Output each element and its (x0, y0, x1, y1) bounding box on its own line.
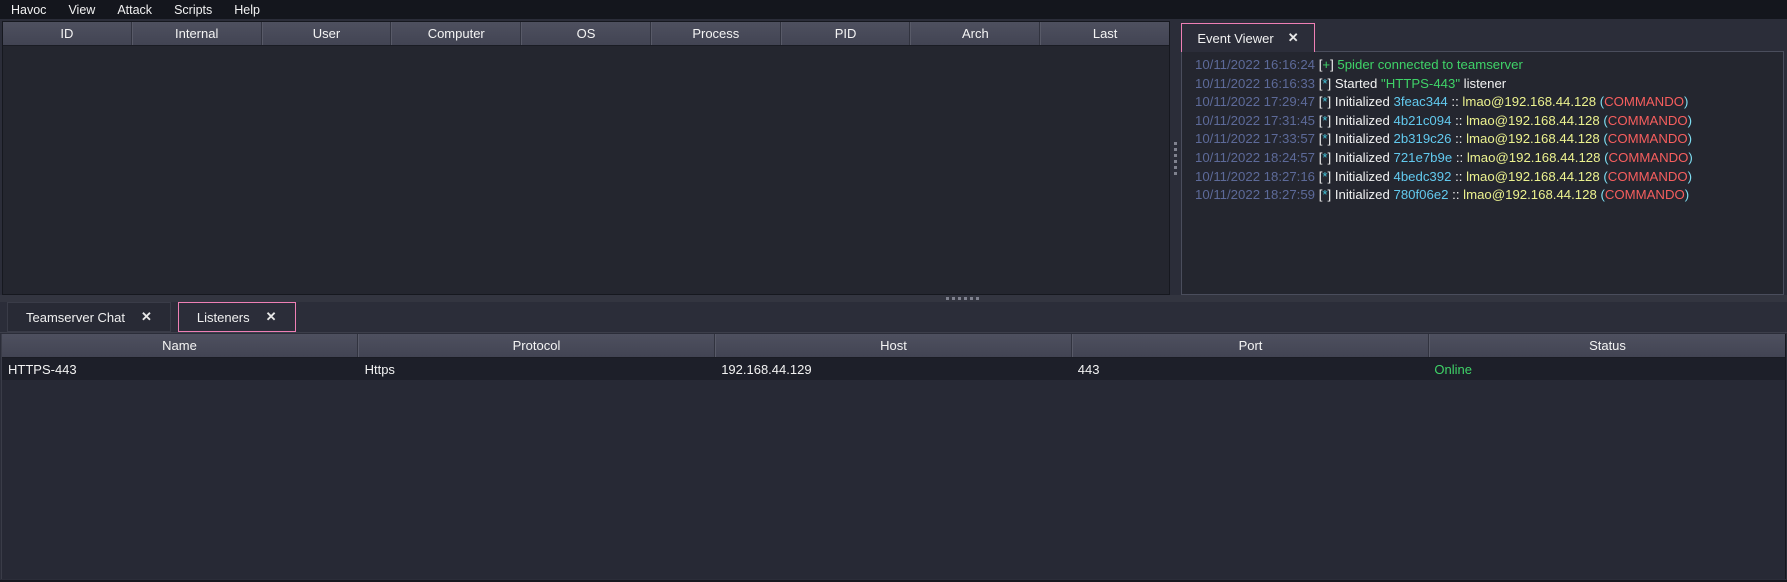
agents-table-header: IDInternalUserComputerOSProcessPIDArchLa… (3, 22, 1169, 46)
listener-cell-host: 192.168.44.129 (715, 362, 1072, 377)
agents-column-pid[interactable]: PID (781, 22, 911, 45)
horizontal-splitter-handle[interactable] (0, 295, 1787, 302)
event-log-line: 10/11/2022 18:27:59 [*] Initialized 780f… (1195, 186, 1783, 205)
agents-column-computer[interactable]: Computer (391, 22, 521, 45)
event-log-line: 10/11/2022 17:33:57 [*] Initialized 2b31… (1195, 130, 1783, 149)
tab-teamserver-chat[interactable]: Teamserver Chat ✕ (7, 302, 171, 332)
event-log-line: 10/11/2022 18:27:16 [*] Initialized 4bed… (1195, 168, 1783, 187)
tab-event-viewer[interactable]: Event Viewer ✕ (1181, 23, 1315, 52)
agents-column-arch[interactable]: Arch (910, 22, 1040, 45)
listener-cell-protocol: Https (359, 362, 716, 377)
menu-item-view[interactable]: View (57, 1, 106, 19)
listeners-column-host[interactable]: Host (715, 334, 1072, 357)
splitter-dots-icon (1174, 142, 1177, 175)
bottom-tab-bar: Teamserver Chat ✕ Listeners ✕ (0, 302, 1787, 333)
event-log-line: 10/11/2022 16:16:24 [+] 5pider connected… (1195, 56, 1783, 75)
event-viewer-pane[interactable]: 10/11/2022 16:16:24 [+] 5pider connected… (1181, 51, 1784, 295)
agents-table-body[interactable] (3, 46, 1169, 294)
tab-label: Teamserver Chat (26, 310, 125, 325)
event-log-line: 10/11/2022 17:31:45 [*] Initialized 4b21… (1195, 112, 1783, 131)
agents-column-user[interactable]: User (262, 22, 392, 45)
menu-item-attack[interactable]: Attack (106, 1, 163, 19)
listener-cell-port: 443 (1072, 362, 1429, 377)
menu-item-help[interactable]: Help (223, 1, 271, 19)
agents-column-last[interactable]: Last (1040, 22, 1169, 45)
listeners-column-status[interactable]: Status (1429, 334, 1785, 357)
listeners-column-port[interactable]: Port (1072, 334, 1429, 357)
listeners-panel: NameProtocolHostPortStatus HTTPS-443Http… (1, 334, 1786, 579)
close-icon[interactable]: ✕ (266, 309, 277, 325)
listener-row[interactable]: HTTPS-443Https192.168.44.129443Online (2, 358, 1785, 380)
listeners-column-name[interactable]: Name (2, 334, 358, 357)
menu-item-havoc[interactable]: Havoc (0, 1, 57, 19)
listeners-column-protocol[interactable]: Protocol (358, 334, 715, 357)
agents-column-process[interactable]: Process (651, 22, 781, 45)
menu-item-scripts[interactable]: Scripts (163, 1, 223, 19)
vertical-splitter-handle[interactable] (1170, 21, 1181, 295)
close-icon[interactable]: ✕ (1288, 30, 1299, 46)
event-log-line: 10/11/2022 16:16:33 [*] Started "HTTPS-4… (1195, 75, 1783, 94)
tab-event-viewer-label: Event Viewer (1197, 31, 1273, 46)
agents-column-os[interactable]: OS (521, 22, 651, 45)
close-icon[interactable]: ✕ (141, 309, 152, 325)
agents-column-id[interactable]: ID (3, 22, 132, 45)
event-log-line: 10/11/2022 18:24:57 [*] Initialized 721e… (1195, 149, 1783, 168)
listeners-table-header: NameProtocolHostPortStatus (2, 334, 1785, 358)
splitter-dots-icon (946, 297, 979, 300)
listeners-table-body[interactable]: HTTPS-443Https192.168.44.129443Online (2, 358, 1785, 380)
listener-cell-name: HTTPS-443 (2, 362, 359, 377)
menu-bar: HavocViewAttackScriptsHelp (0, 0, 1787, 19)
tab-label: Listeners (197, 310, 250, 325)
havoc-main-window: HavocViewAttackScriptsHelp IDInternalUse… (0, 0, 1787, 582)
agents-table: IDInternalUserComputerOSProcessPIDArchLa… (2, 21, 1170, 295)
listener-cell-status: Online (1428, 362, 1785, 377)
agents-column-internal[interactable]: Internal (132, 22, 262, 45)
event-log-line: 10/11/2022 17:29:47 [*] Initialized 3fea… (1195, 93, 1783, 112)
tab-listeners[interactable]: Listeners ✕ (178, 302, 296, 332)
